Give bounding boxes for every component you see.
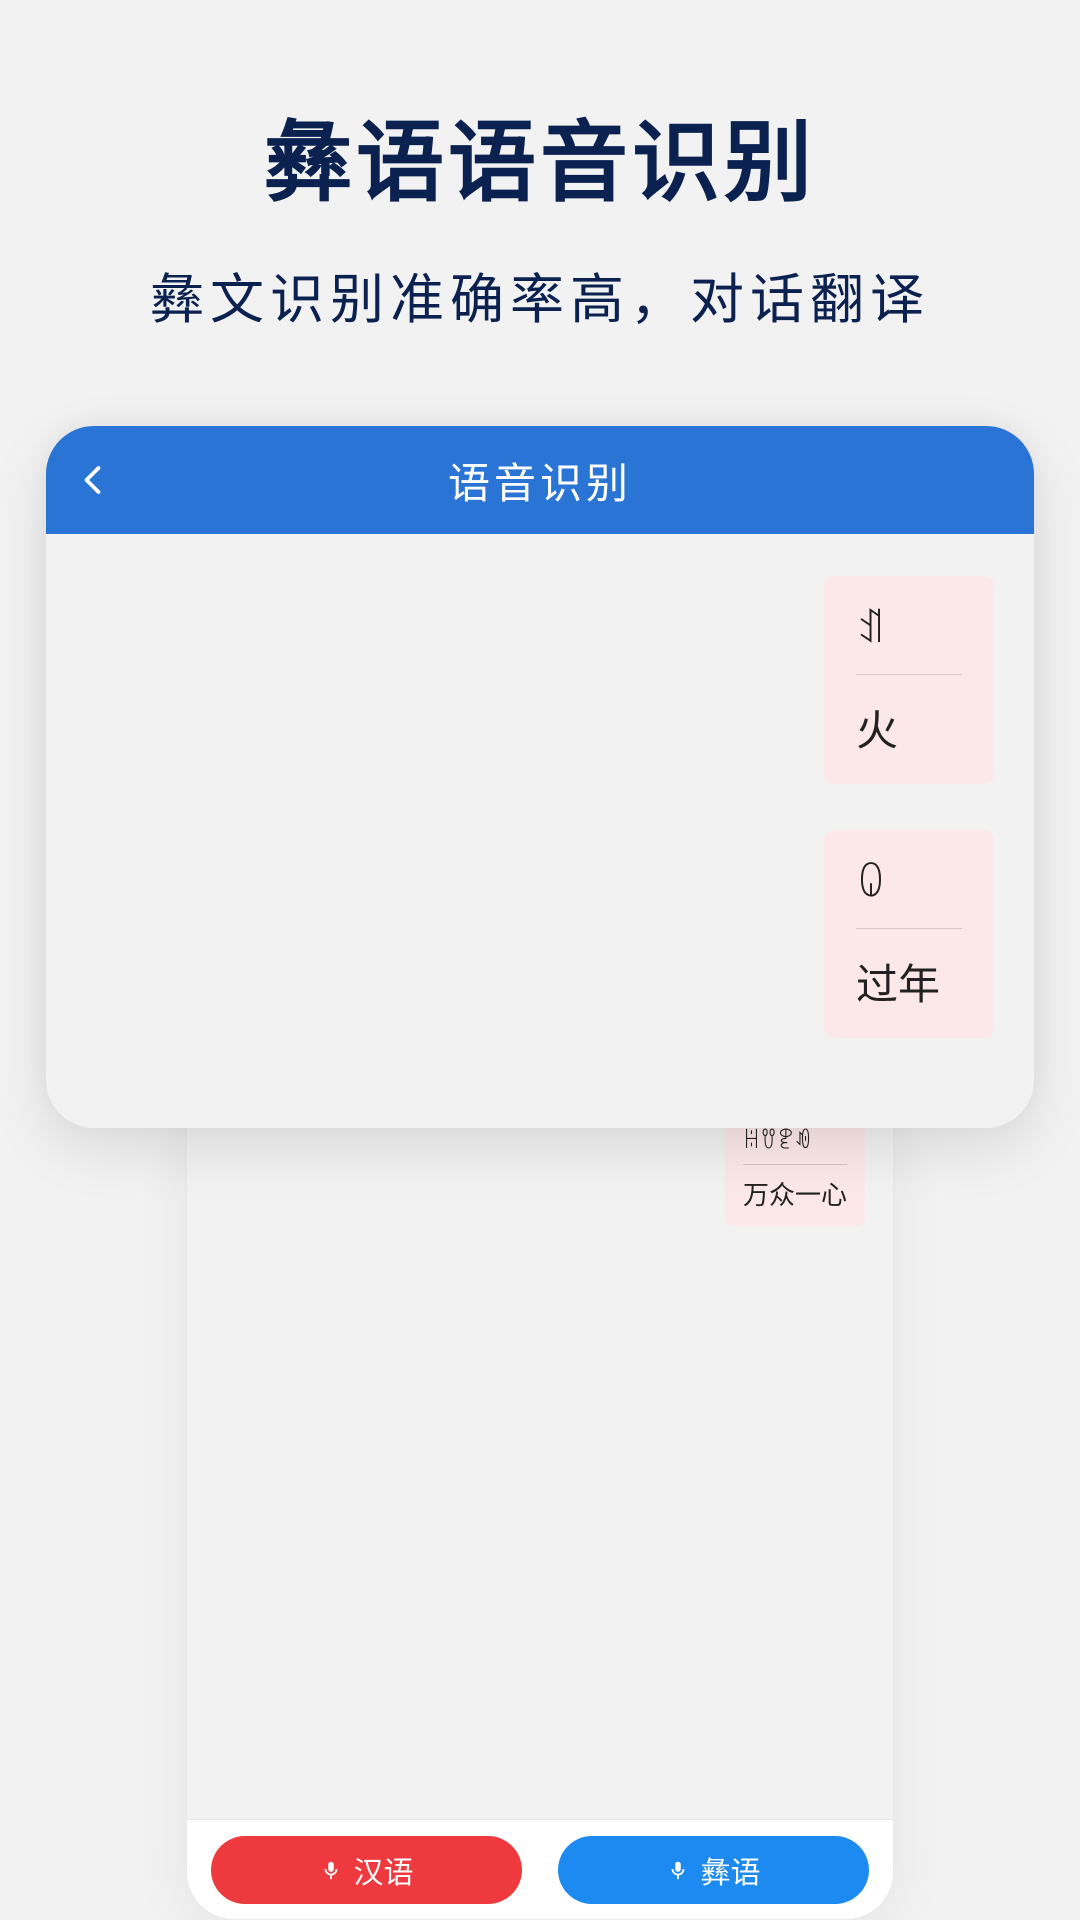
mic-icon [667, 1859, 689, 1881]
page-root: 彝语语音识别 彝文识别准确率高，对话翻译 ꀉꀊꀋꀌ 饥寒 ꀍꀎꀏꀐ 万众一心 [0, 0, 1080, 1920]
chat-bubble: ꀍꀎꀏꀐ 万众一心 [725, 1111, 865, 1226]
bubble-divider [856, 928, 962, 929]
button-label: 彝语 [701, 1848, 761, 1892]
bubble-divider [856, 674, 962, 675]
record-chinese-button[interactable]: 汉语 [211, 1836, 522, 1904]
chat-bubble: ꀊ 火 [824, 576, 994, 784]
back-button[interactable] [76, 462, 112, 498]
mic-icon [320, 1859, 342, 1881]
bubble-target-text: 火 [856, 697, 962, 758]
button-label: 汉语 [354, 1848, 414, 1892]
hero-subtitle: 彝文识别准确率高，对话翻译 [0, 255, 1080, 334]
bottom-action-bar: 汉语 彝语 [187, 1819, 893, 1919]
hero-title: 彝语语音识别 [0, 92, 1080, 219]
hero-section: 彝语语音识别 彝文识别准确率高，对话翻译 [0, 0, 1080, 334]
front-overlay-card: 语音识别 ꀊ 火 ꐎ 过年 [46, 426, 1034, 1128]
front-chat-area: ꀊ 火 ꐎ 过年 [46, 534, 1034, 1128]
bubble-divider [743, 1164, 847, 1165]
front-card-title: 语音识别 [46, 450, 1034, 511]
record-yi-button[interactable]: 彝语 [558, 1836, 869, 1904]
bubble-source-text: ꀊ [856, 602, 962, 652]
bubble-source-text: ꐎ [856, 856, 962, 906]
bubble-target-text: 万众一心 [743, 1175, 847, 1212]
bubble-target-text: 过年 [856, 951, 962, 1012]
chevron-left-icon [76, 462, 112, 498]
bubble-source-text: ꀍꀎꀏꀐ [743, 1125, 847, 1154]
front-card-header: 语音识别 [46, 426, 1034, 534]
chat-bubble: ꐎ 过年 [824, 830, 994, 1038]
